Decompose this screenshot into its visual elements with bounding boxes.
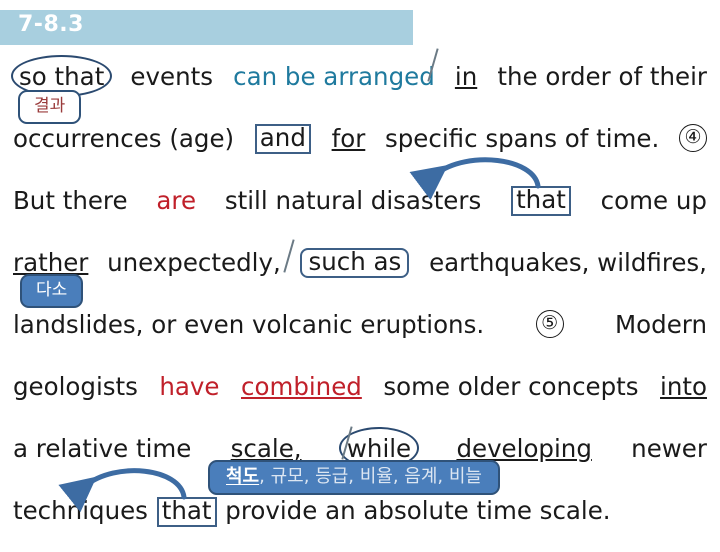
phrase-occurrences-age: occurrences (age): [13, 124, 235, 153]
gloss-chip-scale-meanings: 척도, 규모, 등급, 비율, 음계, 비늘: [208, 460, 500, 495]
phrase-some-older-concepts: some older concepts: [383, 372, 639, 401]
boxed-word-that-line3: that: [511, 186, 571, 216]
phrase-but-there: But there: [13, 186, 128, 215]
underlined-word-scale: scale,: [230, 434, 302, 463]
boxed-word-that-line8: that: [156, 497, 217, 527]
marker-circled-4: ④: [679, 124, 707, 152]
passage-line-4: rather unexpectedly, such as earthquakes…: [13, 242, 707, 304]
line7-head: a relative time: [13, 434, 192, 463]
passage-line-2: occurrences (age) and for specific spans…: [13, 118, 707, 180]
underlined-word-in: in: [454, 62, 478, 91]
circled-word-while: while: [338, 427, 420, 469]
phrase-can-be-arranged: can be arranged: [233, 62, 435, 91]
phrase-still-natural-disasters: still natural disasters: [224, 186, 482, 215]
word-unexpectedly: unexpectedly,: [107, 248, 281, 277]
line1-tail: the order of their: [497, 62, 707, 91]
underlined-word-for: for: [331, 124, 366, 153]
circled-phrase-so-that: so that: [10, 55, 113, 97]
underlined-word-into: into: [660, 372, 707, 401]
gloss-chip-gyeolgwa: 결과: [18, 90, 82, 124]
passage-line-1: so that events can be arranged in the or…: [10, 55, 707, 118]
word-techniques: techniques: [13, 496, 148, 525]
gloss-chip-daso: 다소: [20, 274, 84, 308]
line8-tail: provide an absolute time scale.: [225, 496, 611, 525]
underlined-word-developing: developing: [456, 434, 592, 463]
gloss-scale-highlighted: 척도: [226, 466, 260, 487]
red-word-have: have: [159, 372, 220, 401]
passage-line-5: landslides, or even volcanic eruptions. …: [13, 304, 707, 366]
word-newer: newer: [631, 434, 707, 463]
phrase-come-up: come up: [600, 186, 707, 215]
red-underlined-word-combined: combined: [241, 372, 362, 401]
gloss-scale-rest: , 규모, 등급, 비율, 음계, 비늘: [259, 466, 482, 487]
slide-title: 7-8.3: [18, 12, 84, 37]
marker-circled-5: ⑤: [535, 310, 564, 338]
line5-head: landslides, or even volcanic eruptions.: [13, 310, 485, 339]
line2-tail: specific spans of time.: [384, 124, 660, 153]
word-modern: Modern: [615, 310, 707, 339]
boxed-word-and: and: [254, 124, 311, 154]
passage-line-6: geologists have combined some older conc…: [13, 366, 707, 428]
word-events: events: [130, 62, 213, 91]
red-word-are: are: [156, 186, 197, 215]
word-geologists: geologists: [13, 372, 138, 401]
passage-line-8: techniques that provide an absolute time…: [13, 490, 707, 552]
boxed-phrase-such-as: such as: [300, 248, 410, 278]
passage-line-3: But there are still natural disasters th…: [13, 180, 707, 242]
line4-tail: earthquakes, wildfires,: [429, 248, 707, 277]
